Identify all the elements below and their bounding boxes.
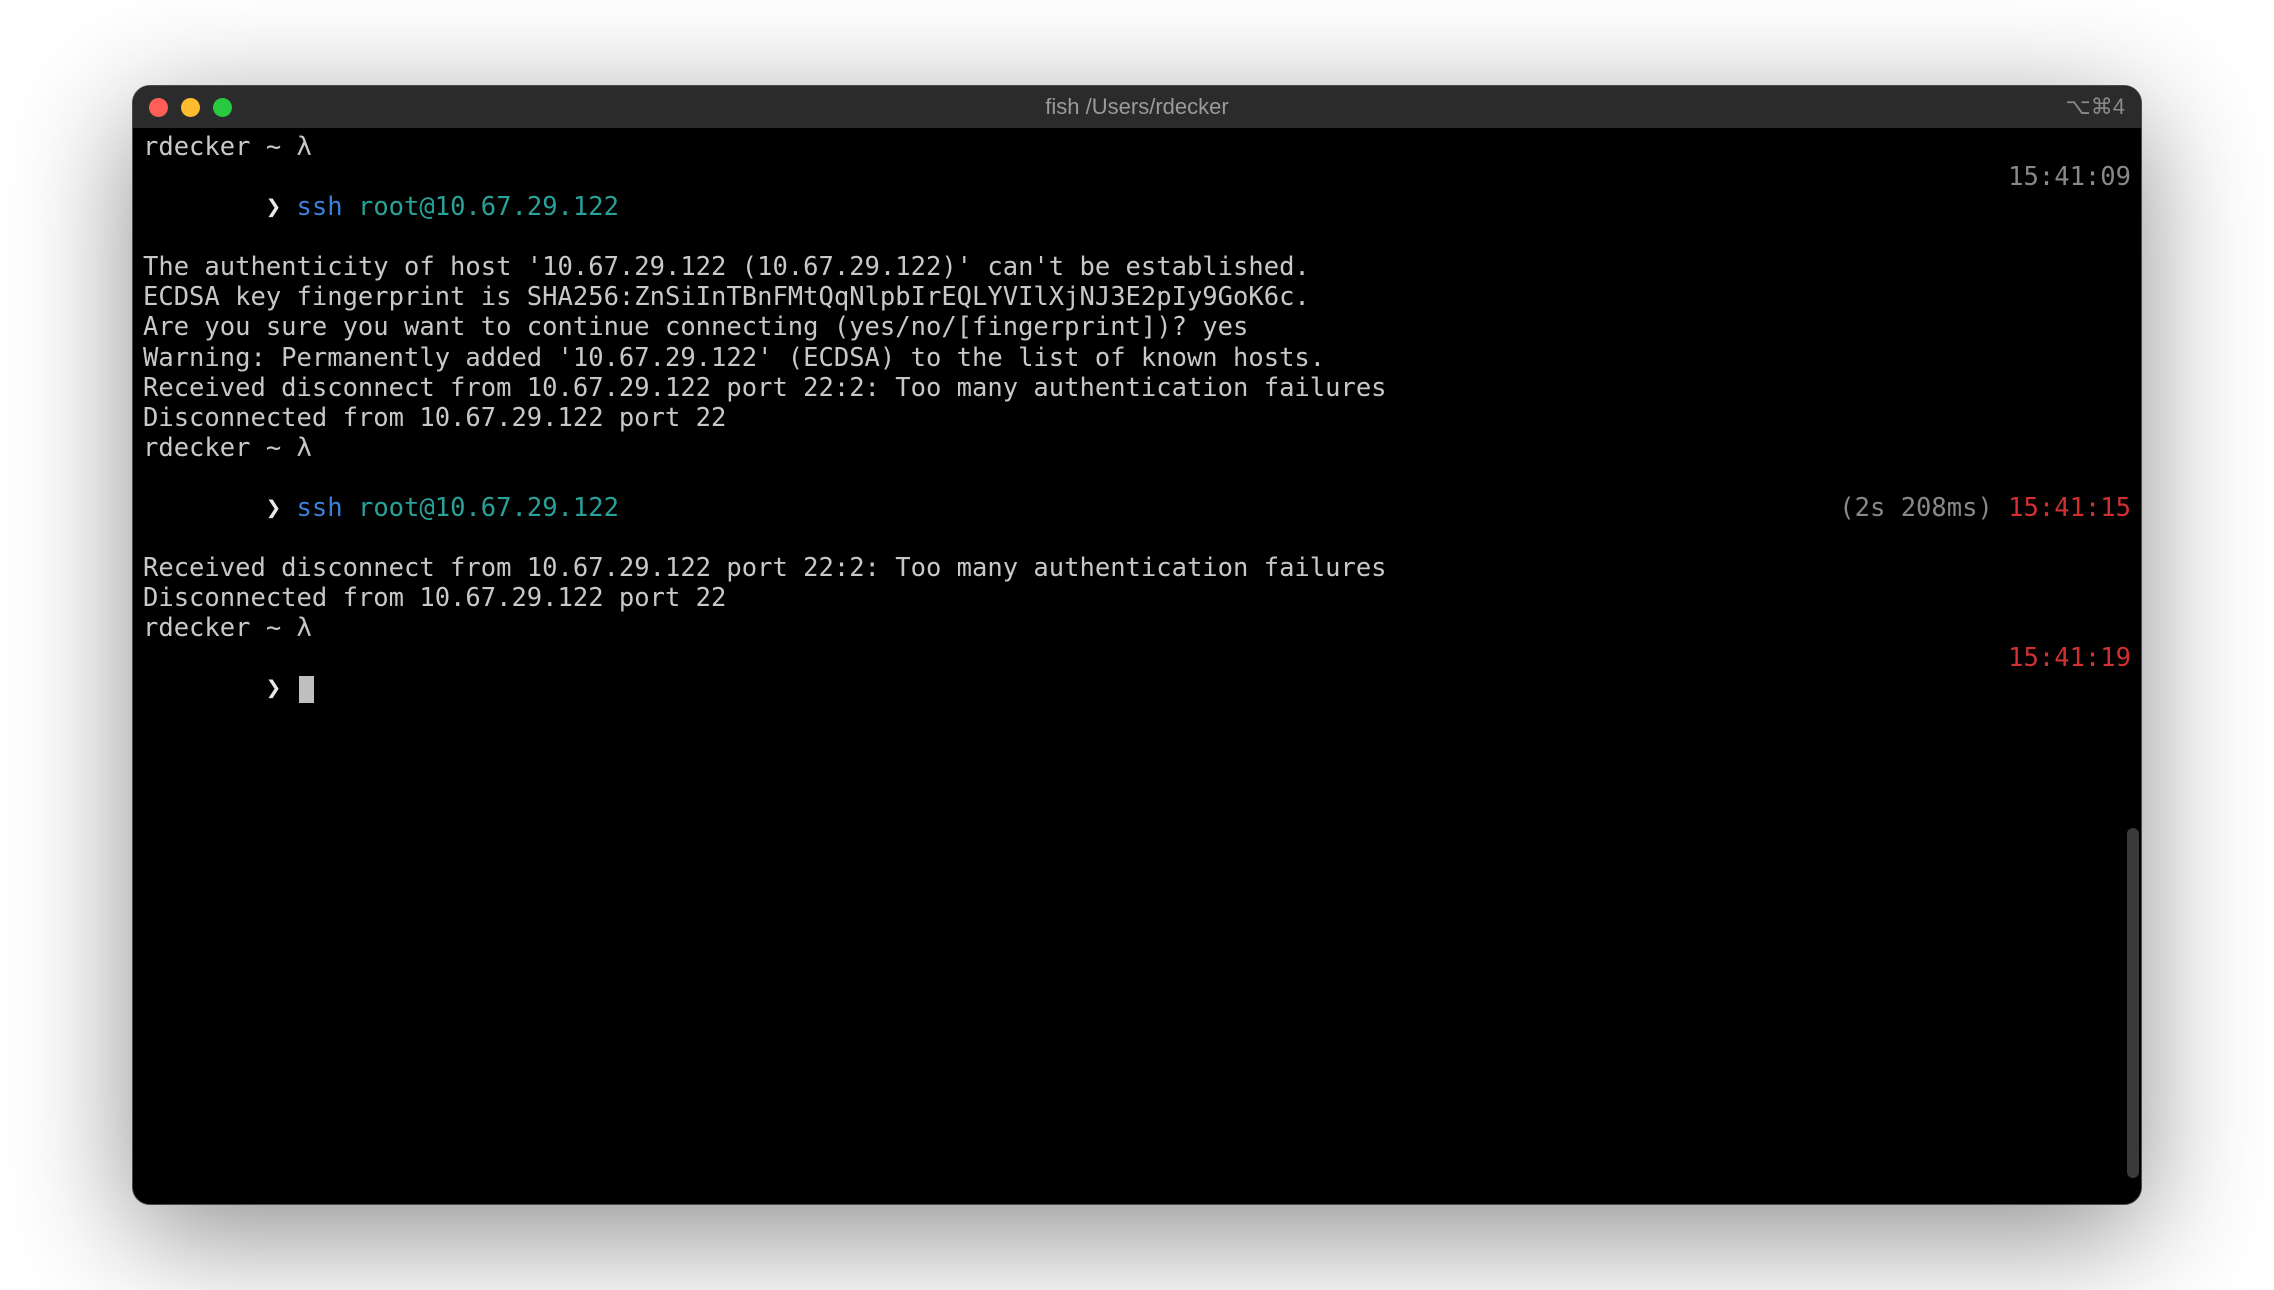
window-title: fish /Users/rdecker (133, 94, 2141, 120)
terminal-output: Received disconnect from 10.67.29.122 po… (143, 553, 2131, 583)
terminal-output: The authenticity of host '10.67.29.122 (… (143, 252, 2131, 282)
prompt-line: ❯ ssh root@10.67.29.122 (2s 208ms) 15:41… (143, 463, 2131, 553)
zoom-icon[interactable] (213, 98, 232, 117)
prompt-header-text: rdecker ~ λ (143, 613, 312, 643)
titlebar: fish /Users/rdecker ⌥⌘4 (133, 86, 2141, 128)
terminal-output: Are you sure you want to continue connec… (143, 312, 2131, 342)
command-name: ssh (297, 493, 343, 523)
prompt-glyph: ❯ (266, 493, 281, 523)
prompt-header: rdecker ~ λ (143, 613, 2131, 643)
terminal-output: ECDSA key fingerprint is SHA256:ZnSiInTB… (143, 282, 2131, 312)
terminal-body[interactable]: rdecker ~ λ ❯ ssh root@10.67.29.122 15:4… (133, 128, 2141, 1204)
window-shortcut-hint: ⌥⌘4 (2065, 94, 2125, 120)
command-name: ssh (297, 192, 343, 222)
command-arg: root@10.67.29.122 (358, 192, 619, 222)
prompt-glyph: ❯ (266, 673, 281, 703)
prompt-header: rdecker ~ λ (143, 132, 2131, 162)
terminal-window: fish /Users/rdecker ⌥⌘4 rdecker ~ λ ❯ ss… (132, 85, 2142, 1205)
close-icon[interactable] (149, 98, 168, 117)
prompt-timestamp: 15:41:09 (2008, 162, 2131, 252)
terminal-output: Warning: Permanently added '10.67.29.122… (143, 343, 2131, 373)
terminal-output: Received disconnect from 10.67.29.122 po… (143, 373, 2131, 403)
traffic-lights (149, 98, 232, 117)
command-duration: (2s 208ms) (1839, 493, 2008, 523)
command-arg: root@10.67.29.122 (358, 493, 619, 523)
prompt-header-text: rdecker ~ λ (143, 433, 312, 463)
prompt-header-text: rdecker ~ λ (143, 132, 312, 162)
minimize-icon[interactable] (181, 98, 200, 117)
terminal-output: Disconnected from 10.67.29.122 port 22 (143, 583, 2131, 613)
prompt-timestamp: 15:41:19 (2008, 643, 2131, 733)
cursor-icon (299, 676, 314, 703)
terminal-output: Disconnected from 10.67.29.122 port 22 (143, 403, 2131, 433)
scrollbar-thumb[interactable] (2127, 828, 2139, 1178)
prompt-glyph: ❯ (266, 192, 281, 222)
prompt-timestamp: 15:41:15 (2008, 493, 2131, 523)
prompt-line: ❯ ssh root@10.67.29.122 15:41:09 (143, 162, 2131, 252)
prompt-line[interactable]: ❯ 15:41:19 (143, 643, 2131, 733)
prompt-header: rdecker ~ λ (143, 433, 2131, 463)
